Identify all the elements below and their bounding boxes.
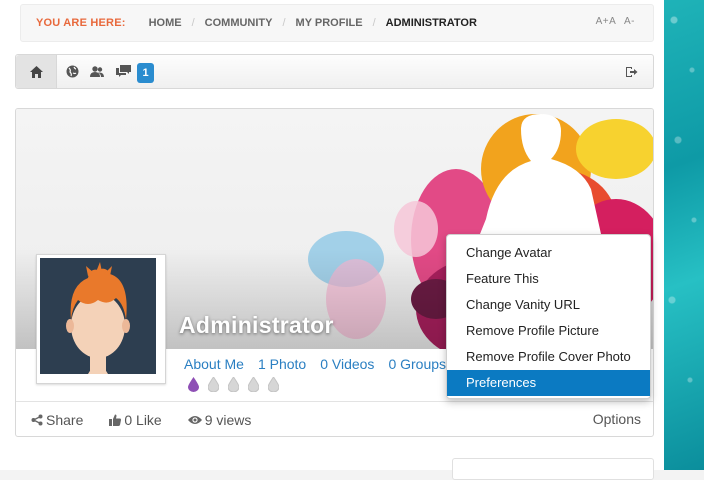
- globe-button[interactable]: [59, 55, 85, 88]
- share-button[interactable]: Share: [31, 412, 83, 428]
- like-label: 0 Like: [124, 411, 162, 428]
- photos-link[interactable]: 1 Photo: [258, 356, 306, 372]
- videos-link[interactable]: 0 Videos: [320, 356, 374, 372]
- breadcrumb-separator: /: [372, 17, 376, 29]
- page: YOU ARE HERE: HOME / COMMUNITY / MY PROF…: [0, 0, 664, 480]
- users-icon: [90, 65, 104, 77]
- share-label: Share: [46, 411, 84, 428]
- chat-icon: [115, 65, 131, 77]
- default-avatar-illustration: [66, 262, 130, 374]
- thumbs-up-icon: [109, 414, 122, 426]
- groups-link[interactable]: 0 Groups: [388, 356, 446, 372]
- views-count: 9 views: [187, 411, 252, 428]
- share-icon: [31, 414, 43, 425]
- like-button[interactable]: 0 Like: [109, 411, 162, 428]
- breadcrumb: YOU ARE HERE: HOME / COMMUNITY / MY PROF…: [20, 4, 654, 42]
- menu-item-change-vanity-url[interactable]: Change Vanity URL: [447, 292, 650, 318]
- breadcrumb-separator: /: [282, 17, 286, 29]
- background-water: [664, 0, 704, 470]
- options-button[interactable]: Options: [593, 411, 641, 427]
- avatar-image: [40, 258, 156, 374]
- notification-badge[interactable]: 1: [137, 63, 154, 83]
- drop-icon: [228, 377, 239, 392]
- community-toolbar: 1: [15, 54, 654, 89]
- menu-item-feature-this[interactable]: Feature This: [447, 266, 650, 292]
- home-icon: [29, 65, 43, 78]
- achievement-drops: [188, 377, 279, 392]
- profile-options-menu: Change Avatar Feature This Change Vanity…: [446, 234, 651, 399]
- breadcrumb-current: ADMINISTRATOR: [385, 17, 477, 29]
- views-label: 9 views: [204, 411, 252, 428]
- eye-icon: [187, 415, 202, 424]
- profile-name[interactable]: Administrator: [179, 312, 334, 339]
- menu-item-remove-cover-photo[interactable]: Remove Profile Cover Photo: [447, 344, 650, 370]
- drop-icon: [208, 377, 219, 392]
- messages-button[interactable]: [110, 55, 136, 88]
- friends-button[interactable]: [84, 55, 110, 88]
- profile-stats-links: About Me 1 Photo 0 Videos 0 Groups C: [184, 356, 484, 372]
- drop-icon: [188, 377, 199, 392]
- drop-icon: [268, 377, 279, 392]
- breadcrumb-home[interactable]: HOME: [149, 17, 182, 29]
- drop-icon: [248, 377, 259, 392]
- profile-actions-bar: Share 0 Like 9 views Options: [16, 401, 653, 436]
- menu-item-change-avatar[interactable]: Change Avatar: [447, 240, 650, 266]
- font-decrease-button[interactable]: A-: [624, 16, 635, 27]
- font-increase-button[interactable]: A+A: [596, 16, 616, 27]
- breadcrumb-community[interactable]: COMMUNITY: [205, 17, 273, 29]
- menu-item-preferences[interactable]: Preferences: [447, 370, 650, 396]
- logout-button[interactable]: [618, 55, 644, 88]
- breadcrumb-my-profile[interactable]: MY PROFILE: [296, 17, 363, 29]
- globe-icon: [66, 65, 78, 78]
- home-button[interactable]: [16, 55, 57, 88]
- breadcrumb-label: YOU ARE HERE:: [36, 17, 126, 29]
- sidebar-module: [452, 458, 654, 480]
- breadcrumb-separator: /: [191, 17, 195, 29]
- menu-item-remove-profile-picture[interactable]: Remove Profile Picture: [447, 318, 650, 344]
- logout-icon: [625, 66, 637, 77]
- font-size-controls: A+A A-: [591, 16, 635, 27]
- about-me-link[interactable]: About Me: [184, 356, 244, 372]
- avatar[interactable]: [36, 254, 166, 384]
